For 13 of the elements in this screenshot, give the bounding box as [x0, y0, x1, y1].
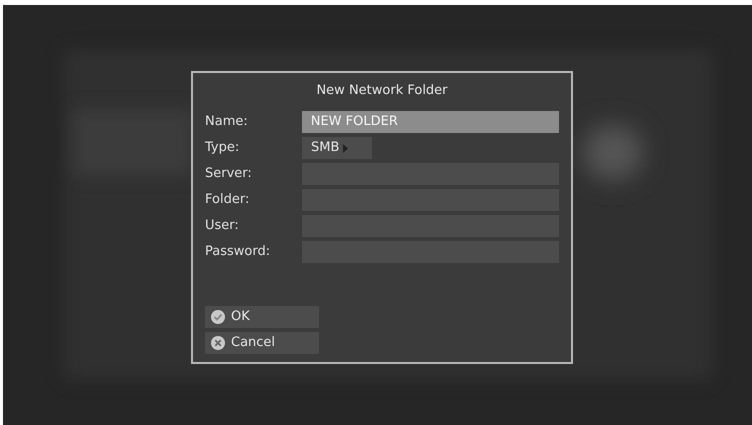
type-selector[interactable]: SMB — [302, 137, 372, 159]
field-label: Password: — [205, 243, 272, 262]
field-label: Server: — [205, 165, 253, 184]
dialog-title: New Network Folder — [316, 83, 448, 99]
ok-button[interactable]: OK — [205, 306, 319, 328]
check-icon — [211, 310, 225, 324]
field-label: Type: — [205, 139, 240, 158]
field-label: User: — [205, 217, 240, 236]
close-icon — [211, 336, 225, 350]
field-label: Name: — [205, 113, 249, 132]
field-label: Folder: — [205, 191, 250, 210]
arrow-right-icon — [343, 144, 348, 152]
cancel-button[interactable]: Cancel — [205, 332, 319, 354]
